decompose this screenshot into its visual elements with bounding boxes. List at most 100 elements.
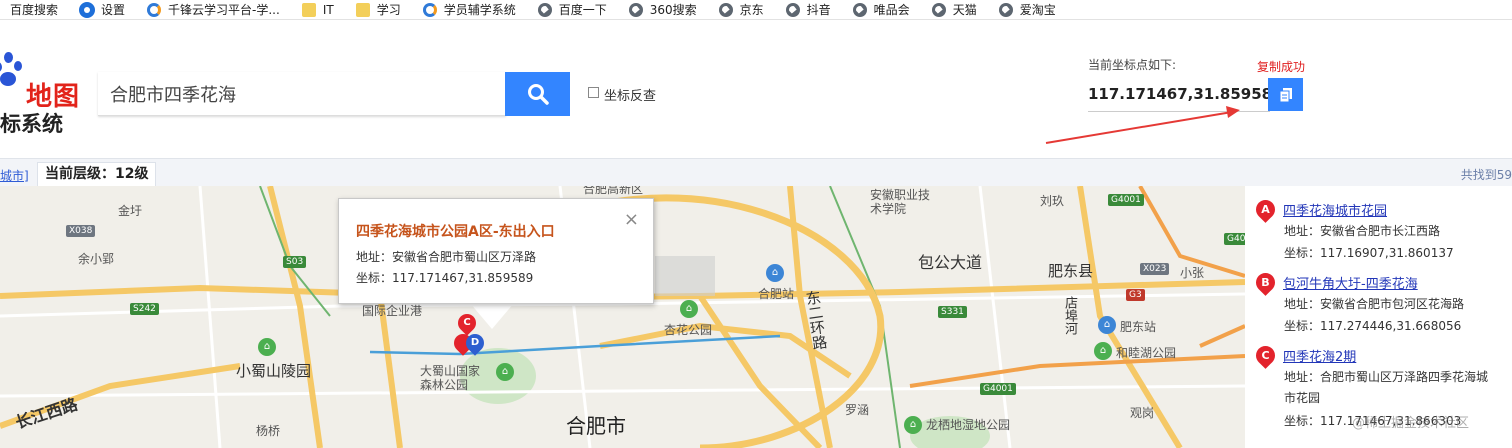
map-label: 和睦湖公园 [1116, 346, 1177, 360]
bookmark-label: 唯品会 [873, 3, 910, 17]
map-label: 肥东站 [1120, 320, 1157, 334]
coord-value-field[interactable]: 117.171467,31.859589 [1088, 80, 1283, 112]
result-address-cont: 市花园 [1284, 391, 1321, 405]
info-popup: 四季花海城市公园A区-东出入口 × 地址：安徽省合肥市蜀山区万泽路 坐标：117… [338, 198, 654, 304]
map-label: 小蜀山陵园 [236, 362, 312, 380]
map-label: 合肥市 [566, 414, 626, 438]
map-label: 杏花公园 [664, 323, 713, 337]
search-button[interactable] [505, 72, 570, 116]
city-switch-link[interactable]: 城市] [0, 167, 29, 184]
globe-icon [931, 2, 946, 17]
result-address: 地址：安徽省合肥市长江西路 [1284, 224, 1441, 238]
baidu-paw-icon [0, 52, 24, 88]
popup-coord: 坐标：117.171467,31.859589 [356, 271, 534, 285]
bookmark-baidu[interactable]: 百度一下 [528, 0, 619, 19]
map-label: 观岗 [1130, 406, 1155, 420]
map-marker-d[interactable]: D [462, 330, 488, 356]
road-shield: G3 [1126, 289, 1145, 301]
road-shield: X023 [1140, 263, 1170, 275]
result-name-link[interactable]: 包河牛角大圩-四季花海 [1283, 273, 1418, 292]
search-icon [527, 84, 549, 105]
result-coord: 坐标：117.274446,31.668056 [1284, 319, 1462, 333]
bookmark-tmall[interactable]: 天猫 [922, 0, 989, 19]
qf-icon [422, 2, 437, 17]
popup-address: 地址：安徽省合肥市蜀山区万泽路 [356, 250, 537, 264]
zoom-level-indicator: 当前层级：12级 [37, 162, 157, 186]
gear-icon [80, 2, 95, 17]
map-label: 合肥站 [758, 287, 795, 301]
globe-icon [537, 2, 552, 17]
logo[interactable]: 地图 标系统 [0, 48, 90, 138]
map-label: 余小郢 [78, 252, 115, 266]
map-label: 罗涵 [845, 403, 870, 417]
park-icon: ⌂ [904, 416, 922, 434]
map-toolbar: 城市] 当前层级：12级 共找到59 [0, 158, 1512, 186]
logo-subtitle: 标系统 [0, 112, 63, 136]
bookmark-study[interactable]: 学习 [346, 0, 413, 19]
copy-success-text: 复制成功 [1257, 60, 1306, 74]
bookmark-aitaobao[interactable]: 爱淘宝 [989, 0, 1068, 19]
copy-icon [1279, 87, 1292, 102]
bookmark-label: 360搜索 [649, 3, 697, 17]
popup-tail [470, 303, 514, 329]
results-list: A 四季花海城市花园 地址：安徽省合肥市长江西路 坐标：117.16907,31… [1245, 186, 1512, 448]
bookmark-jd[interactable]: 京东 [709, 0, 776, 19]
globe-icon [628, 2, 643, 17]
map-label: 金圩 [118, 204, 143, 218]
bookmark-qianfeng[interactable]: 千锋云学习平台-学... [137, 0, 292, 19]
bookmark-baidu-search[interactable]: 百度搜索 [0, 0, 70, 19]
result-name-link[interactable]: 四季花海2期 [1283, 346, 1356, 365]
result-count: 共找到59 [1460, 168, 1512, 182]
bookmark-douyin[interactable]: 抖音 [776, 0, 843, 19]
map-label: 肥东县 [1048, 262, 1094, 280]
map-label: 龙栖地湿地公园 [926, 418, 1011, 432]
result-address: 地址：合肥市蜀山区万泽路四季花海城 [1284, 370, 1489, 384]
result-address: 地址：安徽省合肥市包河区花海路 [1284, 297, 1465, 311]
map-label: 刘玖 [1040, 194, 1065, 208]
reverse-lookup-checkbox[interactable] [588, 87, 599, 98]
map-label: 杨桥 [256, 424, 281, 438]
bookmark-student-system[interactable]: 学员辅学系统 [413, 0, 528, 19]
map-label: 森林公园 [420, 378, 469, 392]
park-icon: ⌂ [496, 363, 514, 381]
road-shield: S03 [283, 256, 307, 268]
result-name-link[interactable]: 四季花海城市花园 [1283, 200, 1387, 219]
pin-icon: A [1252, 196, 1279, 223]
bookmark-settings[interactable]: 设置 [70, 0, 137, 19]
search-input[interactable] [98, 72, 506, 116]
bookmark-label: 学习 [376, 3, 401, 17]
park-icon: ⌂ [1094, 342, 1112, 360]
road-shield: G4001 [1108, 194, 1144, 206]
copy-button[interactable] [1268, 78, 1303, 111]
globe-icon [718, 2, 733, 17]
map-label: 合肥高新区 [583, 186, 644, 196]
road-shield: G40 [1224, 233, 1245, 245]
road-shield: X038 [66, 225, 96, 237]
bookmark-360[interactable]: 360搜索 [619, 0, 709, 19]
road-shield: G4001 [980, 383, 1016, 395]
bookmark-label: 京东 [739, 3, 764, 17]
bookmark-label: 天猫 [952, 3, 977, 17]
qf-icon [147, 2, 162, 17]
road-shield: S331 [938, 306, 967, 318]
bookmarks-bar: 百度搜索 设置 千锋云学习平台-学... IT 学习 学员辅学系统 百度一下 3… [0, 0, 1512, 20]
bookmark-label: 设置 [101, 3, 126, 17]
result-coord: 坐标：117.16907,31.860137 [1284, 246, 1454, 260]
bookmark-it[interactable]: IT [292, 0, 346, 19]
bookmark-label: 学员辅学系统 [443, 3, 516, 17]
bookmark-label: 百度一下 [558, 3, 607, 17]
bookmark-vip[interactable]: 唯品会 [843, 0, 922, 19]
reverse-lookup-label: 坐标反查 [604, 89, 657, 104]
park-icon: ⌂ [258, 338, 276, 356]
map-label: 店埠河 [1062, 296, 1077, 335]
bookmark-label: 百度搜索 [10, 3, 59, 17]
close-icon[interactable]: × [624, 209, 639, 230]
coord-label: 当前坐标点如下: [1088, 58, 1177, 72]
bookmark-label: 千锋云学习平台-学... [168, 3, 280, 17]
globe-icon [785, 2, 800, 17]
train-station-icon: ⌂ [1098, 316, 1116, 334]
popup-title: 四季花海城市公园A区-东出入口 [356, 224, 555, 240]
map-label: 国际企业港 [362, 304, 423, 318]
map-label: 安徽职业技术学院 [870, 188, 931, 216]
train-station-icon: ⌂ [766, 264, 784, 282]
